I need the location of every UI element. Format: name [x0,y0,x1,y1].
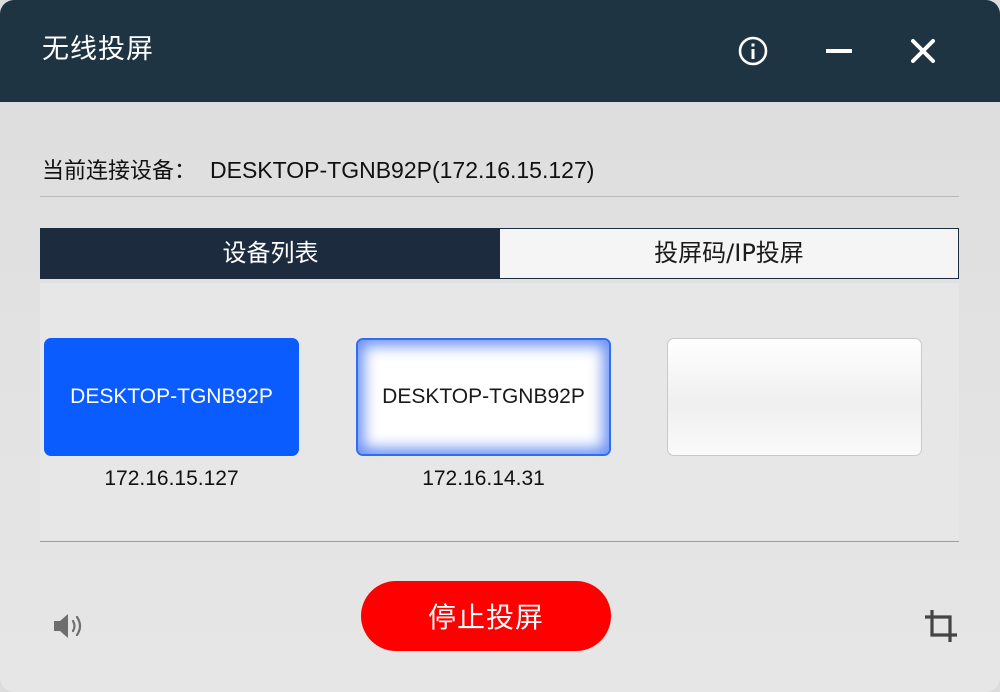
divider [40,541,959,542]
tab-cast-code-ip[interactable]: 投屏码/IP投屏 [500,229,958,278]
current-connection-label: 当前连接设备： [42,159,197,184]
speaker-icon[interactable] [52,611,88,641]
current-connection: 当前连接设备： DESKTOP-TGNB92P(172.16.15.127) [42,152,594,188]
device-list-panel: DESKTOP-TGNB92P 172.16.15.127 DESKTOP-TG… [40,283,959,540]
device-card-hover[interactable]: DESKTOP-TGNB92P [356,338,611,456]
tab-device-list[interactable]: 设备列表 [41,229,500,278]
device-card-connected[interactable]: DESKTOP-TGNB92P [44,338,299,456]
tab-bar: 设备列表 投屏码/IP投屏 [40,228,959,279]
device-name: DESKTOP-TGNB92P [70,385,273,408]
stop-casting-button[interactable]: 停止投屏 [361,581,611,651]
device-ip: 172.16.15.127 [104,467,239,490]
minimize-button[interactable] [819,31,859,71]
divider [40,196,959,197]
info-button[interactable] [733,31,773,71]
device-ip: 172.16.14.31 [422,467,545,490]
device-card-empty[interactable] [667,338,922,456]
crop-icon[interactable] [924,609,958,643]
close-icon [911,39,935,63]
current-connection-value: DESKTOP-TGNB92P(172.16.15.127) [210,157,595,183]
info-icon [738,36,768,66]
minimize-icon [826,49,852,53]
title-bar[interactable]: 无线投屏 [0,0,1000,102]
window-title: 无线投屏 [42,34,154,65]
device-name: DESKTOP-TGNB92P [382,385,585,408]
cast-window: 无线投屏 当前连接设备： DESKTOP-TGNB92P(172.16.15.12… [0,0,1000,692]
close-button[interactable] [903,31,943,71]
